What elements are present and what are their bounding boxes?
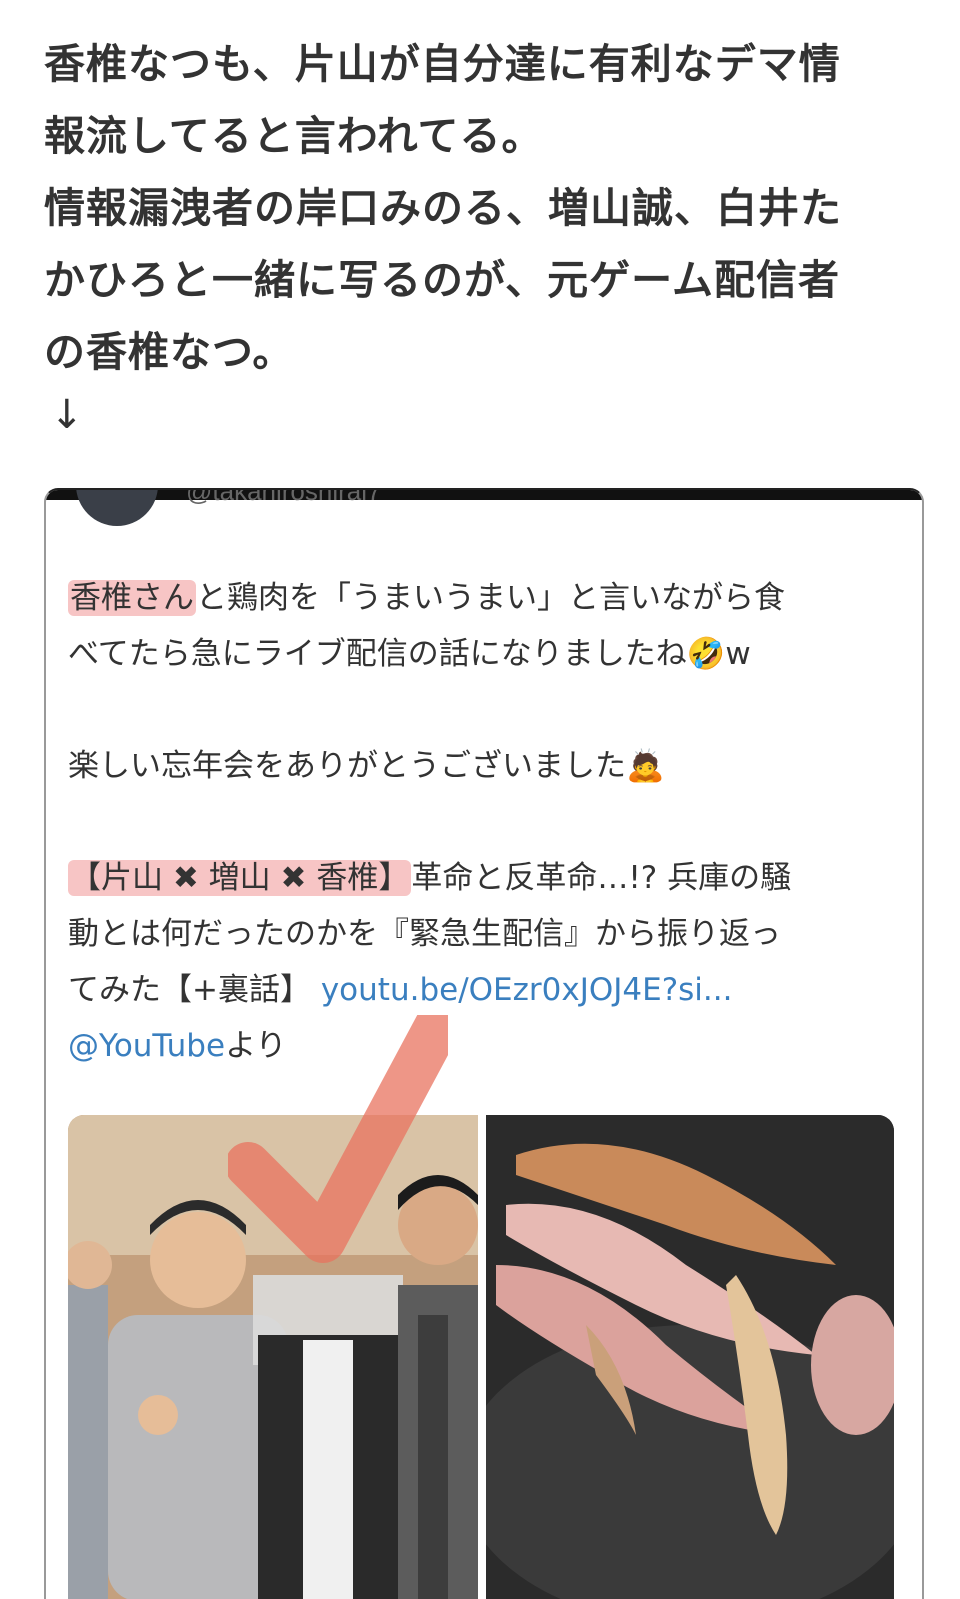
chicken-photo-illustration xyxy=(486,1115,894,1599)
caption-line-3: 情報漏洩者の岸口みのる、増山誠、白井た xyxy=(44,184,842,232)
tweet-line-1: 香椎さんと鶏肉を「うまいうまい」と言いながら食 xyxy=(68,570,888,626)
tweet-handle: @takahiroshirai7 xyxy=(186,488,382,506)
tweet-text: 香椎さんと鶏肉を「うまいうまい」と言いながら食 べてたら急にライブ配信の話になり… xyxy=(68,570,888,1074)
tweet-line-7: @YouTubeより xyxy=(68,1018,888,1074)
caption-line-2: 報流してると言われてる。 xyxy=(44,112,544,160)
tweet-photos xyxy=(68,1015,894,1599)
tweet-line-3: 楽しい忘年会をありがとうございました🙇 xyxy=(68,748,665,784)
tweet-line-5: 動とは何だったのかを『緊急生配信』から振り返っ xyxy=(68,916,781,952)
chicken-photo[interactable] xyxy=(486,1115,894,1599)
down-arrow-icon: ↓ xyxy=(50,392,84,438)
tweet-line-4: 【片山 ✖ 増山 ✖ 香椎】革命と反革命…!? 兵庫の騒 xyxy=(68,850,888,906)
embedded-tweet-screenshot: @takahiroshirai7 香椎さんと鶏肉を「うまいうまい」と言いながら食… xyxy=(44,488,924,1599)
tweet-line-4-rest: 革命と反革命…!? 兵庫の騒 xyxy=(411,860,792,896)
tweet-line-1-rest: と鶏肉を「うまいうまい」と言いながら食 xyxy=(196,580,785,616)
caption-line-5: の香椎なつ。 xyxy=(44,328,295,376)
tweet-line-2: べてたら急にライブ配信の話になりましたね🤣w xyxy=(68,636,751,672)
youtube-mention-link[interactable]: @YouTube xyxy=(68,1028,225,1064)
highlight-name: 香椎さん xyxy=(68,580,196,616)
post-caption: 香椎なつも、片山が自分達に有利なデマ情 報流してると言われてる。 情報漏洩者の岸… xyxy=(44,28,924,388)
caption-line-1: 香椎なつも、片山が自分達に有利なデマ情 xyxy=(44,40,841,88)
tweet-line-6: てみた【+裏話】 youtu.be/OEzr0xJOJ4E?si... xyxy=(68,962,888,1018)
check-mark-icon xyxy=(228,1015,448,1263)
highlight-title: 【片山 ✖ 増山 ✖ 香椎】 xyxy=(68,860,412,896)
tweet-line-6-prefix: てみた【+裏話】 xyxy=(68,972,321,1008)
screenshot-top-bar xyxy=(46,490,922,500)
youtube-link[interactable]: youtu.be/OEzr0xJOJ4E?si... xyxy=(321,972,733,1008)
avatar xyxy=(76,490,158,526)
caption-line-4: かひろと一緒に写るのが、元ゲーム配信者 xyxy=(44,256,840,304)
